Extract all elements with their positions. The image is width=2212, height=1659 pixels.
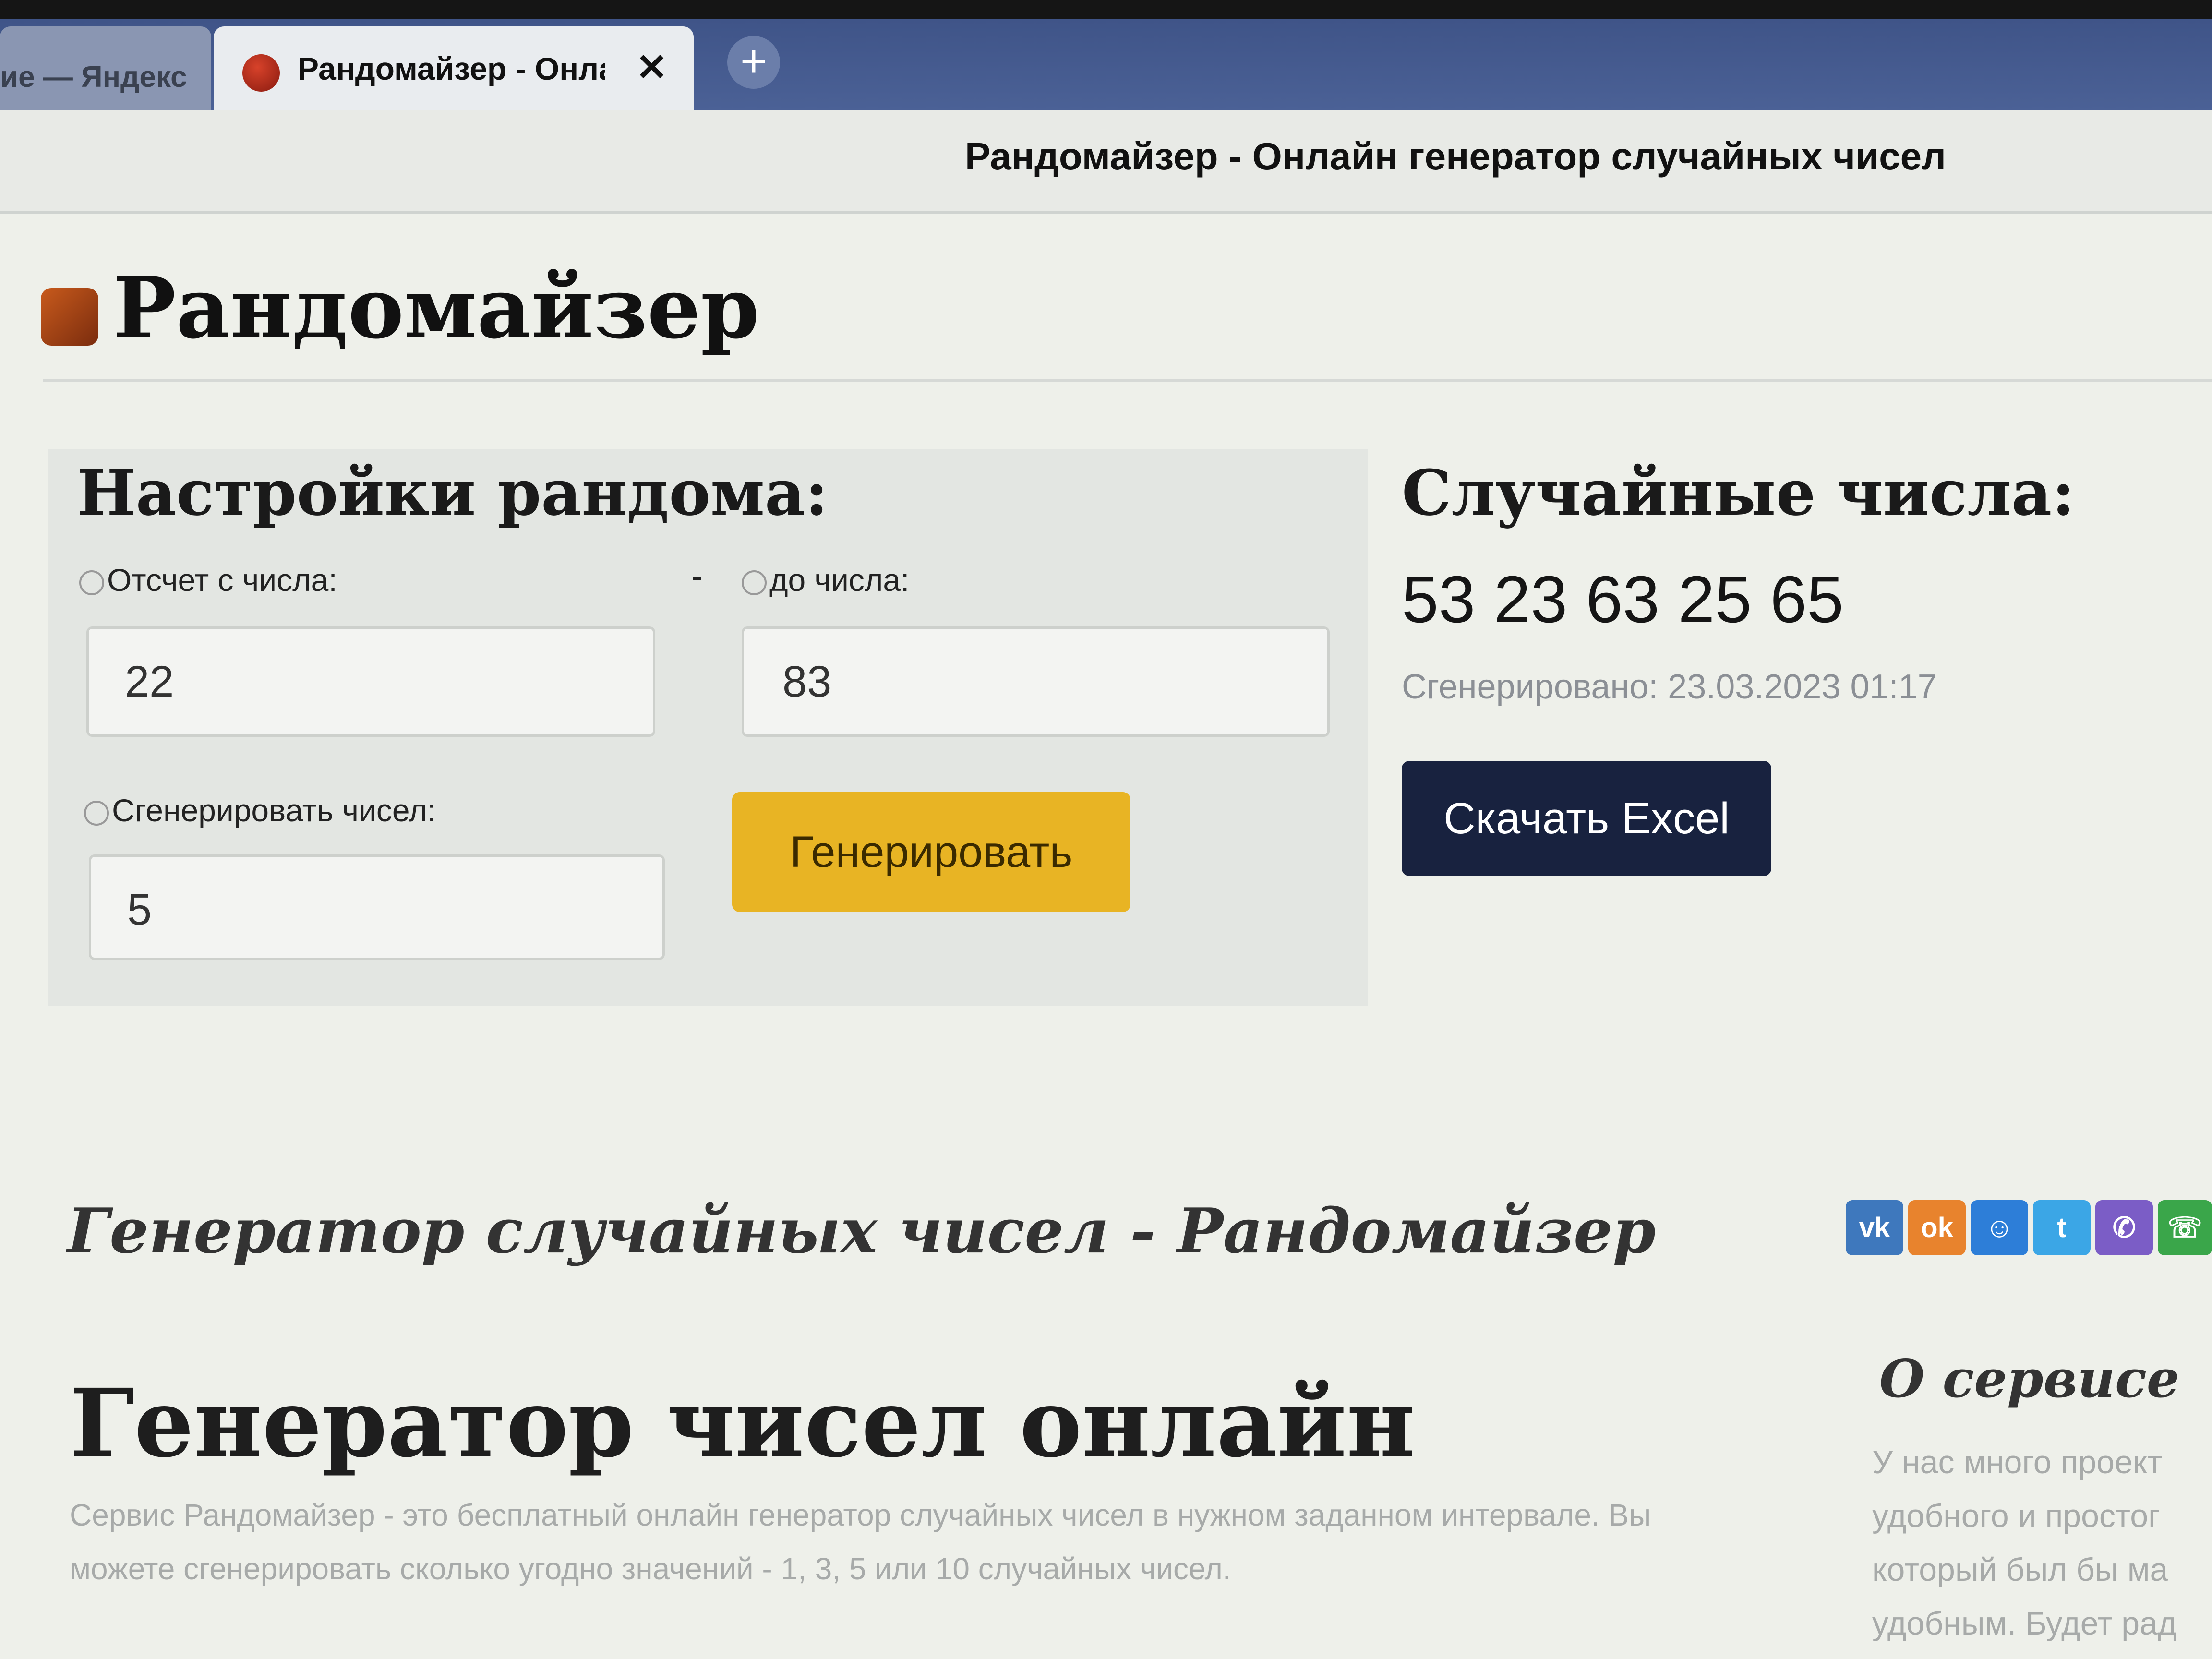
random-numbers-output: 53 23 63 25 65 xyxy=(1402,563,1844,637)
help-icon[interactable] xyxy=(79,570,104,595)
to-label: до числа: xyxy=(742,562,909,598)
count-label: Сгенерировать чисел: xyxy=(84,792,436,829)
count-label-text: Сгенерировать чисел: xyxy=(112,793,436,828)
window-title: Рандомайзер - Онлайн генератор случайных… xyxy=(965,135,1946,178)
article-intro: Сервис Рандомайзер - это бесплатный онла… xyxy=(70,1498,1651,1586)
to-label-text: до числа: xyxy=(769,562,910,598)
cube-favicon-icon xyxy=(242,54,280,92)
count-input[interactable]: 5 xyxy=(89,854,665,960)
about-text: У нас много проект удобного и простог ко… xyxy=(1872,1435,2212,1650)
logo-cube-icon[interactable] xyxy=(41,288,98,346)
about-line: удобного и простог xyxy=(1872,1498,2160,1534)
range-dash: - xyxy=(691,557,703,595)
header-divider xyxy=(43,379,2212,382)
browser-tab-previous[interactable]: ие — Яндекс xyxy=(0,26,211,110)
section-heading: Генератор случайных чисел - Рандомайзер xyxy=(67,1195,1656,1267)
share-twitter-icon[interactable]: t xyxy=(2033,1200,2091,1255)
from-number-input[interactable]: 22 xyxy=(86,626,655,737)
site-title[interactable]: Рандомайзер xyxy=(113,259,759,358)
share-vk-icon[interactable]: vk xyxy=(1846,1200,1903,1255)
about-title: О сервисе xyxy=(1879,1349,2180,1409)
about-line: удобным. Будет рад xyxy=(1872,1605,2177,1642)
generate-button[interactable]: Генерировать xyxy=(732,792,1130,912)
share-moimir-icon[interactable]: ☺ xyxy=(1971,1200,2028,1255)
share-odnoklassniki-icon[interactable]: ok xyxy=(1908,1200,1966,1255)
download-excel-button[interactable]: Скачать Excel xyxy=(1402,761,1771,876)
close-tab-icon[interactable]: ✕ xyxy=(636,46,667,89)
about-line: который был бы ма xyxy=(1872,1551,2168,1588)
from-label-text: Отсчет с числа: xyxy=(107,562,337,598)
about-line: У нас много проект xyxy=(1872,1444,2163,1480)
to-number-input[interactable]: 83 xyxy=(742,626,1330,737)
screen-top-edge xyxy=(0,0,2212,19)
share-whatsapp-icon[interactable]: ☏ xyxy=(2158,1200,2212,1255)
generated-timestamp: Сгенерировано: 23.03.2023 01:17 xyxy=(1402,668,1937,706)
article-heading: Генератор чисел онлайн xyxy=(70,1368,1415,1478)
help-icon[interactable] xyxy=(84,800,109,826)
tab-title-active: Рандомайзер - Онлайн xyxy=(298,51,605,86)
new-tab-button[interactable]: + xyxy=(727,36,780,89)
results-title: Случайные числа: xyxy=(1402,456,2075,529)
browser-tab-active[interactable]: Рандомайзер - Онлайн ✕ xyxy=(214,26,694,110)
tab-title-previous: ие — Яндекс xyxy=(0,60,187,94)
help-icon[interactable] xyxy=(742,570,767,595)
share-viber-icon[interactable]: ✆ xyxy=(2095,1200,2153,1255)
settings-title: Настройки рандома: xyxy=(77,456,829,529)
from-label: Отсчет с числа: xyxy=(79,562,337,598)
